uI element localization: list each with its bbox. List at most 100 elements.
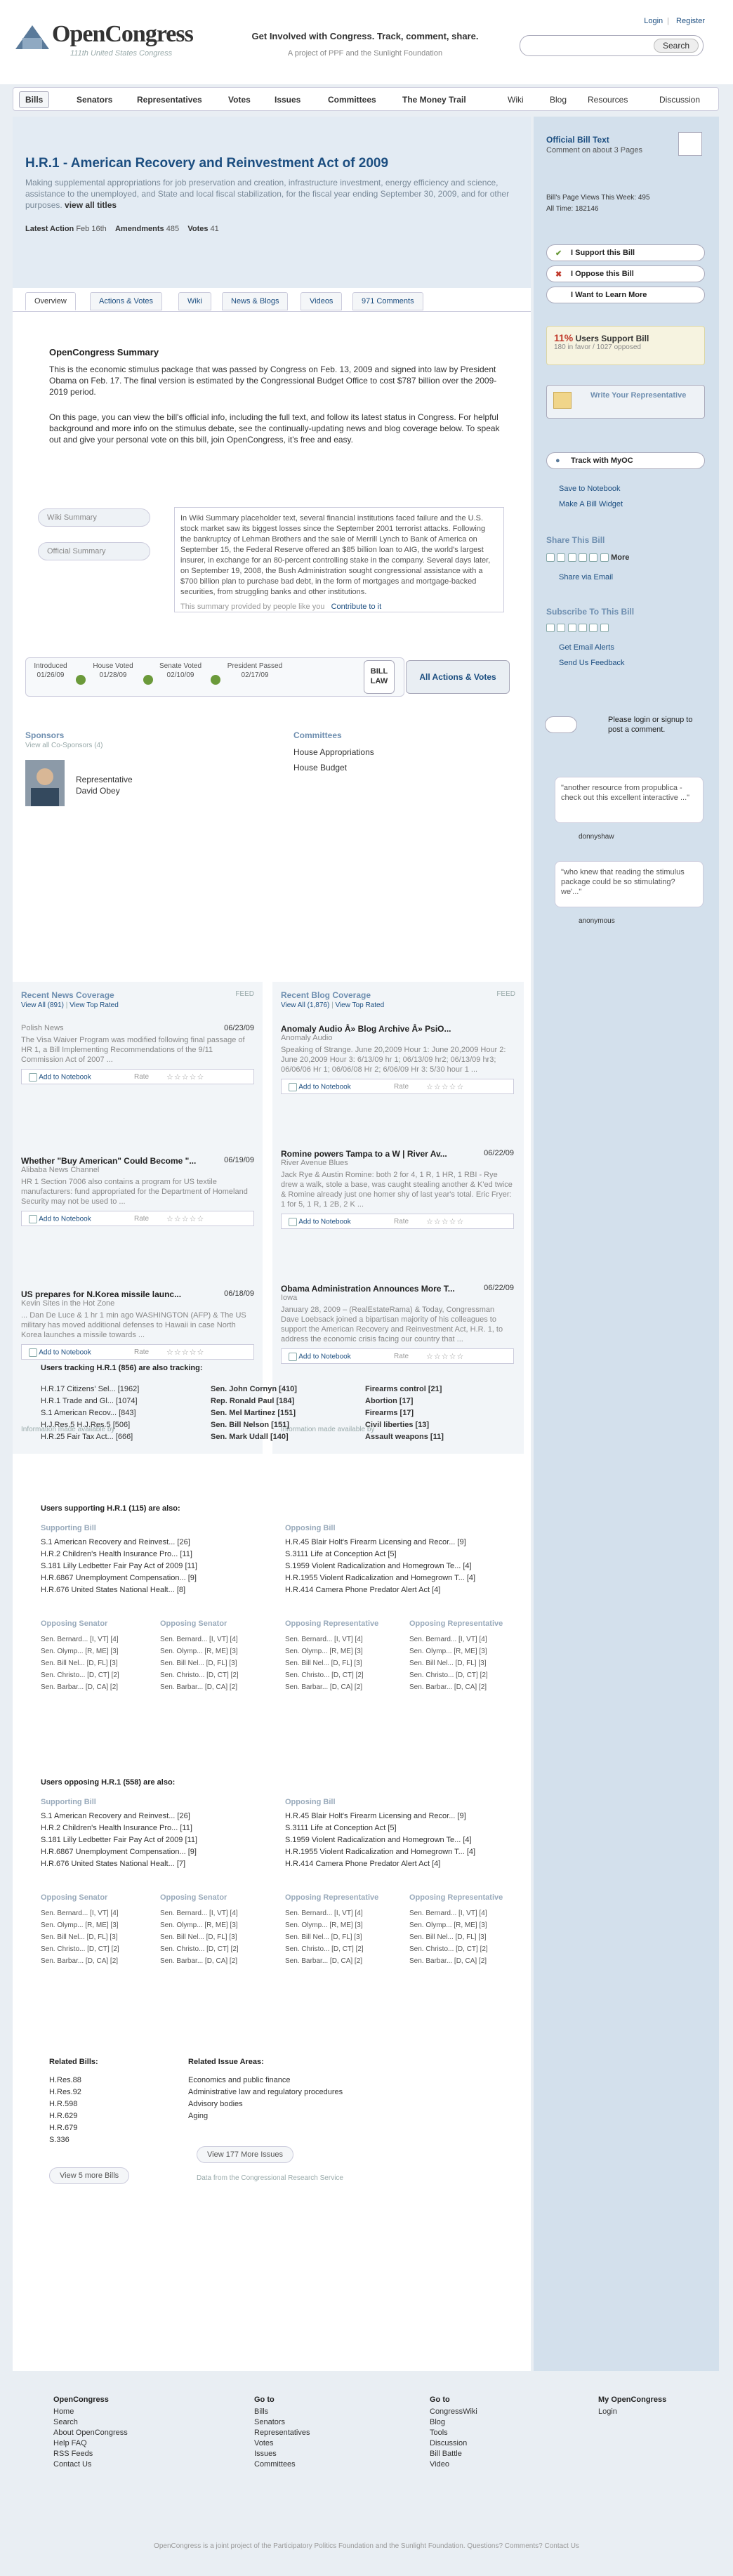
sponsor-avatar[interactable] [25, 760, 65, 806]
add-to-notebook-button[interactable]: Add to Notebook [298, 1084, 351, 1091]
rss-icon[interactable] [546, 623, 555, 632]
netvibes-icon[interactable] [589, 623, 598, 632]
tab-comments[interactable]: 971 Comments [352, 292, 423, 310]
footer-link[interactable]: Senators [254, 2417, 310, 2428]
google-icon[interactable] [567, 623, 576, 632]
footer-link[interactable]: Discussion [430, 2438, 477, 2449]
reddit-icon[interactable] [589, 553, 598, 562]
comment-user-1[interactable]: donnyshaw [579, 833, 614, 841]
delicious-icon[interactable] [557, 553, 566, 562]
make-widget-link[interactable]: Make A Bill Widget [559, 500, 623, 508]
footer-link[interactable]: Bills [254, 2407, 310, 2417]
comment-quote-2[interactable]: "who knew that reading the stimulus pack… [555, 861, 704, 907]
view-cosponsors-link[interactable]: View all Co-Sponsors (4) [25, 742, 103, 749]
blogs-view-all-link[interactable]: View All (1,876) [281, 1001, 329, 1009]
official-bill-text-link[interactable]: Official Bill Text [546, 135, 609, 145]
rating-stars[interactable]: ☆☆☆☆☆ [426, 1217, 464, 1226]
nav-blog[interactable]: Blog [550, 95, 567, 105]
footer-link[interactable]: Committees [254, 2459, 310, 2470]
learn-more-button[interactable]: I Want to Learn More [546, 287, 705, 303]
nav-resources[interactable]: Resources [588, 95, 628, 105]
nav-senators[interactable]: Senators [77, 95, 112, 105]
all-actions-votes-button[interactable]: All Actions & Votes [406, 660, 510, 694]
search-input[interactable]: Search [520, 35, 704, 56]
email-alerts-link[interactable]: Get Email Alerts [559, 643, 614, 652]
rating-stars[interactable]: ☆☆☆☆☆ [166, 1348, 204, 1357]
news-title-link[interactable]: US prepares for N.Korea missile launc... [21, 1289, 254, 1299]
add-to-notebook-button[interactable]: Add to Notebook [39, 1216, 91, 1223]
nav-money-trail[interactable]: The Money Trail [402, 95, 466, 105]
newsgator-icon[interactable] [600, 623, 609, 632]
footer-link[interactable]: Representatives [254, 2428, 310, 2438]
facebook-icon[interactable] [567, 553, 576, 562]
tab-actions-votes[interactable]: Actions & Votes [90, 292, 163, 310]
wiki-summary-button[interactable]: Wiki Summary [38, 508, 150, 527]
send-feedback-link[interactable]: Send Us Feedback [559, 659, 625, 667]
news-title-link[interactable]: Whether "Buy American" Could Become "... [21, 1156, 254, 1166]
footer-link[interactable]: CongressWiki [430, 2407, 477, 2417]
tab-news-blogs[interactable]: News & Blogs [222, 292, 289, 310]
register-link[interactable]: Register [676, 17, 705, 25]
track-myoc-button[interactable]: ● Track with MyOC [546, 452, 705, 469]
share-more-link[interactable]: More [611, 553, 629, 562]
rating-stars[interactable]: ☆☆☆☆☆ [426, 1082, 464, 1091]
comment-quote-1[interactable]: "another resource from propublica - chec… [555, 777, 704, 823]
view-more-issues-button[interactable]: View 177 More Issues [197, 2146, 294, 2163]
news-view-all-link[interactable]: View All (891) [21, 1001, 64, 1009]
bloglines-icon[interactable] [579, 623, 588, 632]
news-view-top-link[interactable]: View Top Rated [70, 1001, 119, 1009]
rating-stars[interactable]: ☆☆☆☆☆ [166, 1072, 204, 1082]
footer-link[interactable]: About OpenCongress [53, 2428, 128, 2438]
view-all-titles-link[interactable]: view all titles [65, 200, 117, 210]
footer-link[interactable]: Bill Battle [430, 2449, 477, 2459]
oppose-bill-button[interactable]: ✖ I Oppose this Bill [546, 265, 705, 282]
footer-link[interactable]: Help FAQ [53, 2438, 128, 2449]
committee-appropriations[interactable]: House Appropriations [293, 747, 374, 757]
rating-stars[interactable]: ☆☆☆☆☆ [426, 1352, 464, 1361]
nav-issues[interactable]: Issues [275, 95, 301, 105]
footer-link[interactable]: Votes [254, 2438, 310, 2449]
nav-committees[interactable]: Committees [328, 95, 376, 105]
nav-bills[interactable]: Bills [19, 91, 50, 108]
twitter-icon[interactable] [579, 553, 588, 562]
footer-link[interactable]: Tools [430, 2428, 477, 2438]
footer-link[interactable]: Search [53, 2417, 128, 2428]
official-summary-button[interactable]: Official Summary [38, 542, 150, 560]
add-to-notebook-button[interactable]: Add to Notebook [298, 1218, 351, 1226]
committee-budget[interactable]: House Budget [293, 763, 347, 773]
save-notebook-link[interactable]: Save to Notebook [559, 485, 620, 493]
plus-icon[interactable] [600, 553, 609, 562]
blog-title-link[interactable]: Romine powers Tampa to a W | River Av... [281, 1149, 514, 1159]
tab-wiki[interactable]: Wiki [178, 292, 211, 310]
add-to-notebook-button[interactable]: Add to Notebook [298, 1353, 351, 1361]
footer-link[interactable]: Home [53, 2407, 128, 2417]
add-to-notebook-button[interactable]: Add to Notebook [39, 1074, 91, 1082]
blogs-feed-link[interactable]: FEED [496, 990, 515, 998]
view-more-bills-button[interactable]: View 5 more Bills [49, 2167, 130, 2184]
search-button[interactable]: Search [653, 39, 699, 53]
share-email-link[interactable]: Share via Email [559, 573, 613, 581]
footer-link[interactable]: RSS Feeds [53, 2449, 128, 2459]
sponsor-name[interactable]: Representative David Obey [76, 774, 133, 796]
footer-link[interactable]: Video [430, 2459, 477, 2470]
blogs-view-top-link[interactable]: View Top Rated [335, 1001, 384, 1009]
tab-overview[interactable]: Overview [25, 292, 76, 310]
footer-link[interactable]: Issues [254, 2449, 310, 2459]
nav-wiki[interactable]: Wiki [508, 95, 524, 105]
rating-stars[interactable]: ☆☆☆☆☆ [166, 1214, 204, 1223]
nav-discussion[interactable]: Discussion [659, 95, 700, 105]
digg-icon[interactable] [546, 553, 555, 562]
footer-link[interactable]: Blog [430, 2417, 477, 2428]
footer-link[interactable]: Contact Us [53, 2459, 128, 2470]
tab-videos[interactable]: Videos [301, 292, 343, 310]
news-feed-link[interactable]: FEED [235, 990, 254, 998]
footer-login-link[interactable]: Login [598, 2407, 666, 2417]
nav-votes[interactable]: Votes [228, 95, 251, 105]
opencongress-logo-icon[interactable] [13, 21, 52, 53]
site-name[interactable]: OpenCongress [52, 21, 194, 48]
login-link[interactable]: Login [644, 17, 663, 25]
add-to-notebook-button[interactable]: Add to Notebook [39, 1349, 91, 1357]
blog-title-link[interactable]: Obama Administration Announces More T... [281, 1284, 514, 1294]
yahoo-icon[interactable] [557, 623, 566, 632]
contribute-link[interactable]: Contribute to it [331, 603, 382, 611]
